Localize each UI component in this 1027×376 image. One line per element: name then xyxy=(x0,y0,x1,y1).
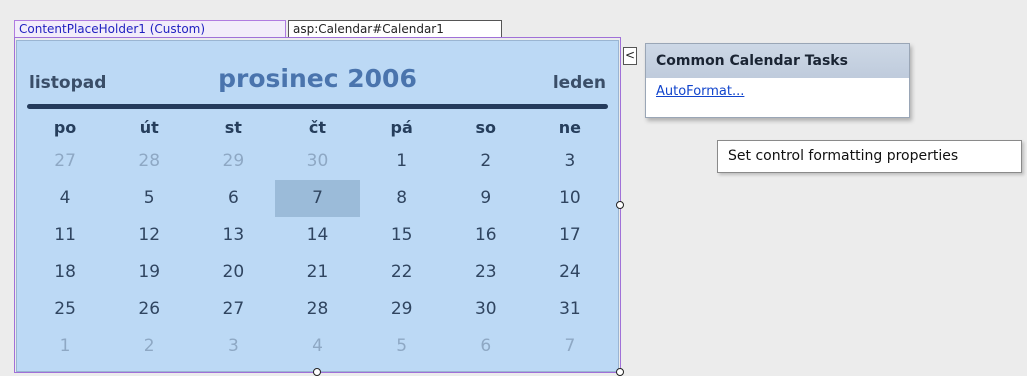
content-placeholder-tag[interactable]: ContentPlaceHolder1 (Custom) xyxy=(14,20,286,37)
day-cell[interactable]: 11 xyxy=(23,217,107,254)
day-cell-other-month[interactable]: 7 xyxy=(528,328,612,365)
calendar-control[interactable]: listopad prosinec 2006 leden po út st čt pá s… xyxy=(16,40,619,372)
day-cell[interactable]: 1 xyxy=(360,143,444,180)
smart-tag-panel: Common Calendar Tasks AutoFormat... xyxy=(645,43,910,118)
day-cell[interactable]: 25 xyxy=(23,291,107,328)
day-cell[interactable]: 9 xyxy=(444,180,528,217)
day-cell[interactable]: 18 xyxy=(23,254,107,291)
smart-tag-collapse-button[interactable]: < xyxy=(623,47,637,65)
day-cell-other-month[interactable]: 27 xyxy=(23,143,107,180)
day-cell[interactable]: 27 xyxy=(191,291,275,328)
day-cell[interactable]: 13 xyxy=(191,217,275,254)
day-cell-other-month[interactable]: 1 xyxy=(23,328,107,365)
day-cell-other-month[interactable]: 6 xyxy=(444,328,528,365)
week-row: 27 28 29 30 1 2 3 xyxy=(17,143,618,180)
day-cell-other-month[interactable]: 30 xyxy=(275,143,359,180)
day-cell-other-month[interactable]: 3 xyxy=(191,328,275,365)
smart-tag-title: Common Calendar Tasks xyxy=(646,44,909,78)
day-cell[interactable]: 21 xyxy=(275,254,359,291)
autoformat-link[interactable]: AutoFormat... xyxy=(656,84,744,99)
week-row: 11 12 13 14 15 16 17 xyxy=(17,217,618,254)
header-divider xyxy=(27,104,608,109)
day-cell[interactable]: 31 xyxy=(528,291,612,328)
day-cell[interactable]: 17 xyxy=(528,217,612,254)
day-cell[interactable]: 5 xyxy=(107,180,191,217)
day-cell[interactable]: 23 xyxy=(444,254,528,291)
day-cell[interactable]: 20 xyxy=(191,254,275,291)
day-of-week-label: so xyxy=(475,118,497,137)
day-cell[interactable]: 6 xyxy=(191,180,275,217)
resize-handle-corner[interactable] xyxy=(616,368,624,376)
resize-handle-bottom[interactable] xyxy=(313,368,321,376)
day-cell[interactable]: 4 xyxy=(23,180,107,217)
day-cell-other-month[interactable]: 5 xyxy=(360,328,444,365)
day-cell[interactable]: 19 xyxy=(107,254,191,291)
day-cell[interactable]: 8 xyxy=(360,180,444,217)
week-row: 1234567 xyxy=(17,328,618,365)
calendar-title: prosinec 2006 xyxy=(218,64,417,93)
day-of-week-row: po út st čt pá so ne xyxy=(17,113,618,143)
day-of-week-label: út xyxy=(139,118,159,137)
day-cell[interactable]: 30 xyxy=(444,291,528,328)
week-row: 18 19 20 21 22 23 24 xyxy=(17,254,618,291)
tooltip: Set control formatting properties xyxy=(717,140,1022,173)
day-cell-other-month[interactable]: 2 xyxy=(107,328,191,365)
day-cell[interactable]: 15 xyxy=(360,217,444,254)
day-of-week-label: po xyxy=(53,118,77,137)
day-cell[interactable]: 3 xyxy=(528,143,612,180)
day-cell[interactable]: 16 xyxy=(444,217,528,254)
day-cell[interactable]: 14 xyxy=(275,217,359,254)
day-cell[interactable]: 2 xyxy=(444,143,528,180)
day-cell[interactable]: 24 xyxy=(528,254,612,291)
day-cell[interactable]: 28 xyxy=(275,291,359,328)
week-row: 25 26 27 28 29 30 31 xyxy=(17,291,618,328)
calendar-grid: po út st čt pá so ne 27 28 29 30 1 2 3 4 5 6 7 8 9 10 11 12 13… xyxy=(17,113,618,365)
day-cell[interactable]: 10 xyxy=(528,180,612,217)
day-cell[interactable]: 22 xyxy=(360,254,444,291)
day-cell[interactable]: 12 xyxy=(107,217,191,254)
day-cell-other-month[interactable]: 4 xyxy=(275,328,359,365)
day-cell[interactable]: 26 xyxy=(107,291,191,328)
week-row: 4 5 6 7 8 9 10 xyxy=(17,180,618,217)
weeks-container: 27 28 29 30 1 2 3 4 5 6 7 8 9 10 11 12 13 14 15 16 17 18 19 20 2… xyxy=(17,143,618,365)
designer-top-strip xyxy=(0,0,1027,22)
day-of-week-label: ne xyxy=(558,118,582,137)
calendar-control-tag[interactable]: asp:Calendar#Calendar1 xyxy=(288,20,502,37)
resize-handle-right[interactable] xyxy=(616,201,624,209)
day-of-week-label: čt xyxy=(308,118,327,137)
calendar-header: listopad prosinec 2006 leden xyxy=(17,41,618,103)
next-month-link[interactable]: leden xyxy=(553,73,606,93)
day-of-week-label: st xyxy=(224,118,242,137)
day-cell-selected[interactable]: 7 xyxy=(275,180,360,217)
day-of-week-label: pá xyxy=(390,118,413,137)
day-cell-other-month[interactable]: 29 xyxy=(191,143,275,180)
day-cell[interactable]: 29 xyxy=(360,291,444,328)
day-cell-other-month[interactable]: 28 xyxy=(107,143,191,180)
